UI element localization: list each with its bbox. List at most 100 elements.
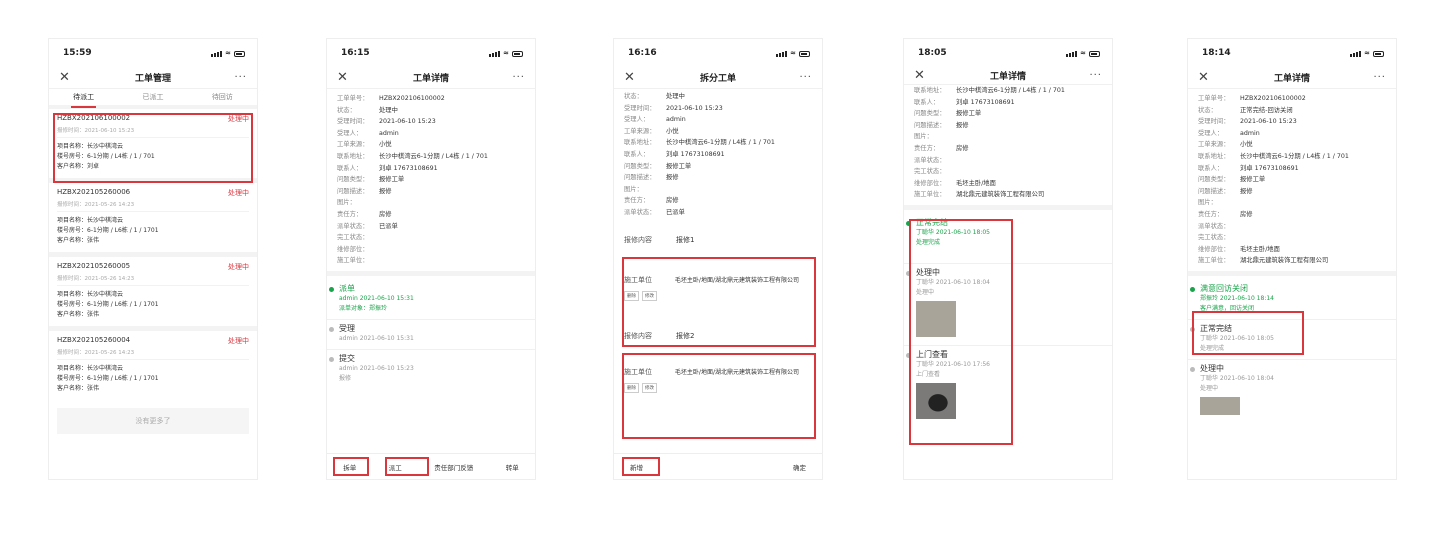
field-row: 联系人： 刘卓 17673108691 <box>904 97 1112 109</box>
split-order-button[interactable]: 拆单 <box>343 462 356 472</box>
field-row: 图片： <box>904 131 1112 143</box>
timeline-meta: 丁聪华 2021-06-10 17:56 <box>916 360 990 368</box>
dept-feedback-button[interactable]: 责任部门反馈 <box>434 462 473 472</box>
phone-order-detail: 16:15 ≈ ✕ 工单详情 ··· 工单单号： HZBX202106100002… <box>326 38 536 480</box>
field-row: 图片： <box>327 197 535 209</box>
contractor-row: 施工单位 毛坯主卧/地面/湖北鼎元建筑装饰工程有限公司 <box>624 361 812 383</box>
page-title: 工单详情 <box>412 74 449 84</box>
field-value: 长沙中棋湾云6-1分期 / L4栋 / 1 / 701 <box>379 152 488 160</box>
close-icon[interactable]: ✕ <box>1198 70 1218 85</box>
item-actions: 删除 修改 <box>624 382 812 393</box>
edit-button[interactable]: 修改 <box>642 290 657 301</box>
wall-photo[interactable] <box>1200 396 1240 415</box>
mouse-photo[interactable] <box>916 382 956 419</box>
more-icon[interactable]: ··· <box>1082 70 1102 81</box>
field-label: 责任方： <box>337 210 363 218</box>
more-icon[interactable]: ··· <box>1366 72 1386 83</box>
phone-split-order: 16:16 ≈ ✕ 拆分工单 ··· 状态： 处理中 受理时间： 2021-06-1… <box>613 38 823 480</box>
status-bar: 18:14 ≈ <box>1188 39 1396 67</box>
status-bar: 16:15 ≈ <box>327 39 535 67</box>
field-row: 联系地址： 长沙中棋湾云6-1分期 / L4栋 / 1 / 701 <box>1188 151 1396 163</box>
order-card[interactable]: HZBX202105260004 处理中 报修时间：2021-05-26 14:2… <box>49 331 257 400</box>
field-row: 问题类型： 报修工单 <box>327 174 535 186</box>
more-icon[interactable]: ··· <box>792 72 812 83</box>
field-label: 受理人： <box>1198 129 1224 137</box>
field-label: 责任方： <box>624 197 650 205</box>
field-row: 受理时间： 2021-06-10 15:23 <box>327 116 535 128</box>
field-value: 2021-06-10 15:23 <box>666 104 723 112</box>
field-row: 责任方： 房修 <box>1188 209 1396 221</box>
field-row: 派单状态： 已派单 <box>614 207 822 219</box>
wall-photo[interactable] <box>916 300 956 337</box>
close-icon[interactable]: ✕ <box>624 70 644 85</box>
field-value: admin <box>666 116 686 124</box>
repair-content-row: 报修内容 报修1 <box>624 229 812 251</box>
delete-button[interactable]: 删除 <box>624 290 639 301</box>
timeline-note: 处理中 <box>916 288 935 296</box>
field-label: 联系人： <box>337 164 363 172</box>
tab-pending-dispatch[interactable]: 待派工 <box>67 88 100 108</box>
field-row: 联系人： 刘卓 17673108691 <box>327 163 535 175</box>
status-badge: 处理中 <box>228 189 249 197</box>
field-label: 施工单位 <box>624 367 652 376</box>
transfer-button[interactable]: 转单 <box>506 462 519 472</box>
page-title: 工单详情 <box>989 72 1026 82</box>
order-card[interactable]: HZBX202105260005 处理中 报修时间：2021-05-26 14:2… <box>49 257 257 331</box>
more-icon[interactable]: ··· <box>505 72 525 83</box>
field-row: 完工状态： <box>904 166 1112 178</box>
project-name: 项目名称：长沙中棋湾云 <box>57 365 124 372</box>
dispatch-button[interactable]: 派工 <box>389 462 402 472</box>
add-button[interactable]: 新增 <box>630 462 643 472</box>
field-label: 问题描述： <box>914 121 946 129</box>
field-label: 问题描述： <box>624 174 656 182</box>
field-row: 问题类型： 报修工单 <box>614 161 822 173</box>
status-badge: 处理中 <box>228 263 249 271</box>
field-label: 派单状态： <box>624 208 656 216</box>
field-label: 图片： <box>337 199 356 207</box>
field-value: 小悦 <box>666 127 679 135</box>
order-card[interactable]: HZBX202106100002 处理中 报修时间：2021-06-10 15:2… <box>49 109 257 183</box>
field-row: 问题描述： 报修 <box>327 186 535 198</box>
field-row: 施工单位： <box>327 255 535 267</box>
field-value: 报修2 <box>676 331 695 340</box>
field-value: 报修 <box>666 174 679 182</box>
field-row: 受理人： admin <box>1188 128 1396 140</box>
field-row: 联系人： 刘卓 17673108691 <box>614 149 822 161</box>
field-value: 小悦 <box>379 141 392 149</box>
field-row: 维修部位： <box>327 244 535 256</box>
page-title: 工单管理 <box>134 74 171 84</box>
field-value: 2021-06-10 15:23 <box>379 118 436 126</box>
edit-button[interactable]: 修改 <box>642 382 657 393</box>
field-label: 施工单位 <box>624 275 652 284</box>
close-icon[interactable]: ✕ <box>914 68 934 83</box>
confirm-button[interactable]: 确定 <box>793 462 806 472</box>
field-label: 联系地址： <box>1198 152 1230 160</box>
field-row: 派单状态： 已派单 <box>327 221 535 233</box>
customer-name: 客户名称：张伟 <box>57 237 100 244</box>
field-value: 刘卓 17673108691 <box>1240 164 1299 172</box>
field-row: 工单单号： HZBX202106100002 <box>327 93 535 105</box>
more-icon[interactable]: ··· <box>227 72 247 83</box>
repair-time: 报修时间：2021-06-10 15:23 <box>57 126 249 138</box>
order-card[interactable]: HZBX202105260006 处理中 报修时间：2021-05-26 14:2… <box>49 183 257 257</box>
close-icon[interactable]: ✕ <box>337 70 357 85</box>
phone-work-order-list: 15:59 ≈ ✕ 工单管理 ··· 待派工 已派工 待回访 HZBX20210… <box>48 38 258 480</box>
timeline-item: 正常完结 丁聪华 2021-06-10 18:05 处理完成 <box>1188 320 1396 360</box>
item-actions: 删除 修改 <box>624 290 812 301</box>
delete-button[interactable]: 删除 <box>624 382 639 393</box>
clock: 18:14 <box>1202 48 1231 58</box>
close-icon[interactable]: ✕ <box>59 70 79 85</box>
field-value: 毛坯主卧/地面/湖北鼎元建筑装饰工程有限公司 <box>674 276 799 284</box>
timeline-meta: 郑振玲 2021-06-10 18:14 <box>1200 294 1274 302</box>
field-label: 问题描述： <box>1198 187 1230 195</box>
field-value: 房修 <box>666 197 679 205</box>
field-value: 长沙中棋湾云6-1分期 / L4栋 / 1 / 701 <box>956 87 1065 94</box>
field-row: 状态： 处理中 <box>327 105 535 117</box>
tab-pending-visit[interactable]: 待回访 <box>206 88 239 106</box>
split-item: 报修内容 报修2 施工单位 毛坯主卧/地面/湖北鼎元建筑装饰工程有限公司 删除 修改 <box>624 325 812 405</box>
phone-order-detail-progress: 18:05 ≈ ✕ 工单详情 ··· 联系地址： 长沙中棋湾云6-1分期 / L4… <box>903 38 1113 480</box>
tab-dispatched[interactable]: 已派工 <box>136 88 169 106</box>
divider <box>327 270 535 276</box>
field-value: 2021-06-10 15:23 <box>1240 118 1297 126</box>
timeline-meta: 丁聪华 2021-06-10 18:05 <box>916 228 990 236</box>
